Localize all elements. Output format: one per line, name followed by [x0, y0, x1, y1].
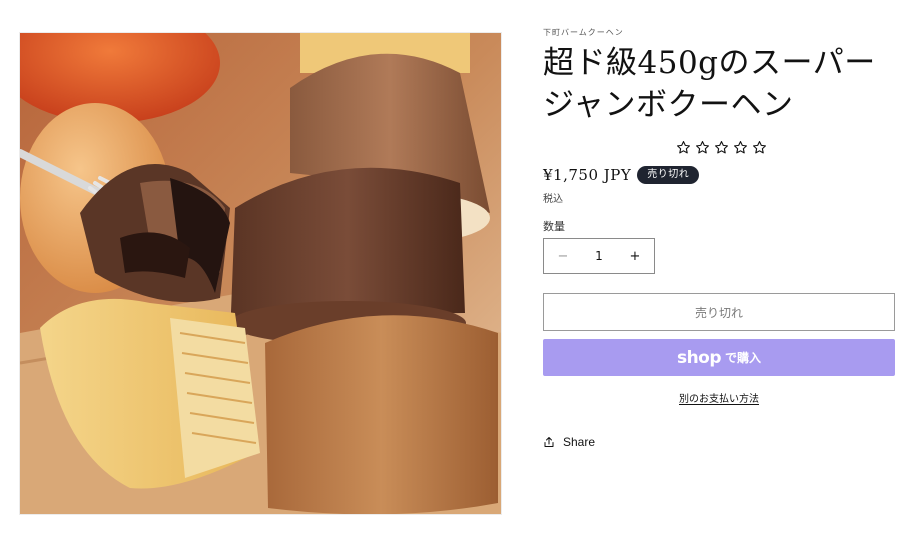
star-outline-icon: [676, 140, 691, 156]
product-price: ¥1,750 JPY: [543, 166, 632, 184]
share-button[interactable]: Share: [543, 435, 603, 449]
share-label: Share: [563, 435, 596, 449]
plus-icon[interactable]: +: [624, 245, 646, 267]
product-vendor: 下町バームクーヘン: [543, 28, 624, 37]
product-title-line-1: 超ド級450gのスーパー: [543, 45, 876, 81]
share-icon: [543, 436, 555, 448]
sold-out-badge: 売り切れ: [637, 166, 700, 184]
quantity-label: 数量: [543, 221, 565, 233]
price-row: ¥1,750 JPY 売り切れ: [543, 164, 895, 186]
shop-pay-logo: shop: [676, 347, 722, 368]
star-outline-icon: [752, 140, 767, 156]
more-payment-options: 別のお支払い方法: [543, 390, 895, 405]
quantity-stepper: − +: [543, 238, 655, 274]
product-info: 下町バームクーヘン 超ド級450gのスーパー ジャンボクーヘン ¥1,750 J: [543, 28, 895, 449]
baumkuchen-photo: [20, 33, 501, 514]
product-rating: [676, 140, 895, 156]
quantity-input[interactable]: [577, 248, 621, 264]
product-title-line-2: ジャンボクーヘン: [543, 87, 794, 123]
shop-pay-label: で購入: [725, 351, 762, 365]
star-outline-icon: [733, 140, 748, 156]
shop-pay-button[interactable]: shop で購入: [543, 339, 895, 376]
product-page: 下町バームクーヘン 超ド級450gのスーパー ジャンボクーヘン ¥1,750 J: [0, 0, 913, 534]
sold-out-button[interactable]: 売り切れ: [543, 293, 895, 331]
star-outline-icon: [695, 140, 710, 156]
more-payment-link[interactable]: 別のお支払い方法: [679, 394, 759, 405]
tax-note: 税込: [543, 194, 563, 205]
product-title: 超ド級450gのスーパー ジャンボクーヘン: [543, 42, 895, 126]
star-outline-icon: [714, 140, 729, 156]
minus-icon[interactable]: −: [552, 245, 574, 267]
product-image[interactable]: [19, 32, 502, 515]
